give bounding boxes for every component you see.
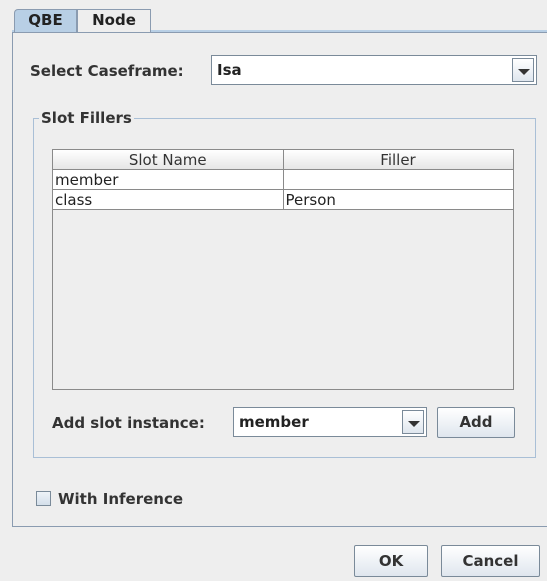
slot-instance-dropdown-button[interactable] [402,410,424,434]
column-header-slot-name[interactable]: Slot Name [53,150,284,170]
chevron-down-icon [408,421,420,427]
slot-table-scroll[interactable]: Slot Name Filler member class Person [52,149,514,390]
ok-button[interactable]: OK [354,545,428,577]
chevron-down-icon [518,69,530,75]
with-inference-checkbox[interactable] [36,491,51,506]
caseframe-dropdown-button[interactable] [512,58,534,82]
slot-instance-selected-value: member [239,413,309,431]
slot-name-cell[interactable]: class [53,189,284,210]
tab-node[interactable]: Node [77,9,151,32]
column-header-filler[interactable]: Filler [283,150,514,170]
filler-cell[interactable] [283,169,514,190]
caseframe-selected-value: Isa [217,61,242,79]
with-inference-label[interactable]: With Inference [58,490,183,508]
slot-table: Slot Name Filler member class Person [53,150,514,210]
add-button[interactable]: Add [437,407,515,438]
table-row[interactable]: class Person [53,189,514,210]
add-slot-instance-label: Add slot instance: [52,414,205,432]
select-caseframe-label: Select Caseframe: [30,62,184,80]
filler-cell[interactable]: Person [283,189,514,210]
caseframe-select[interactable]: Isa [211,55,537,85]
tab-qbe[interactable]: QBE [14,9,77,32]
slot-instance-select[interactable]: member [233,407,427,437]
slot-name-cell[interactable]: member [53,169,284,190]
table-row[interactable]: member [53,169,514,190]
cancel-button[interactable]: Cancel [441,545,540,577]
slot-fillers-title: Slot Fillers [39,109,134,127]
